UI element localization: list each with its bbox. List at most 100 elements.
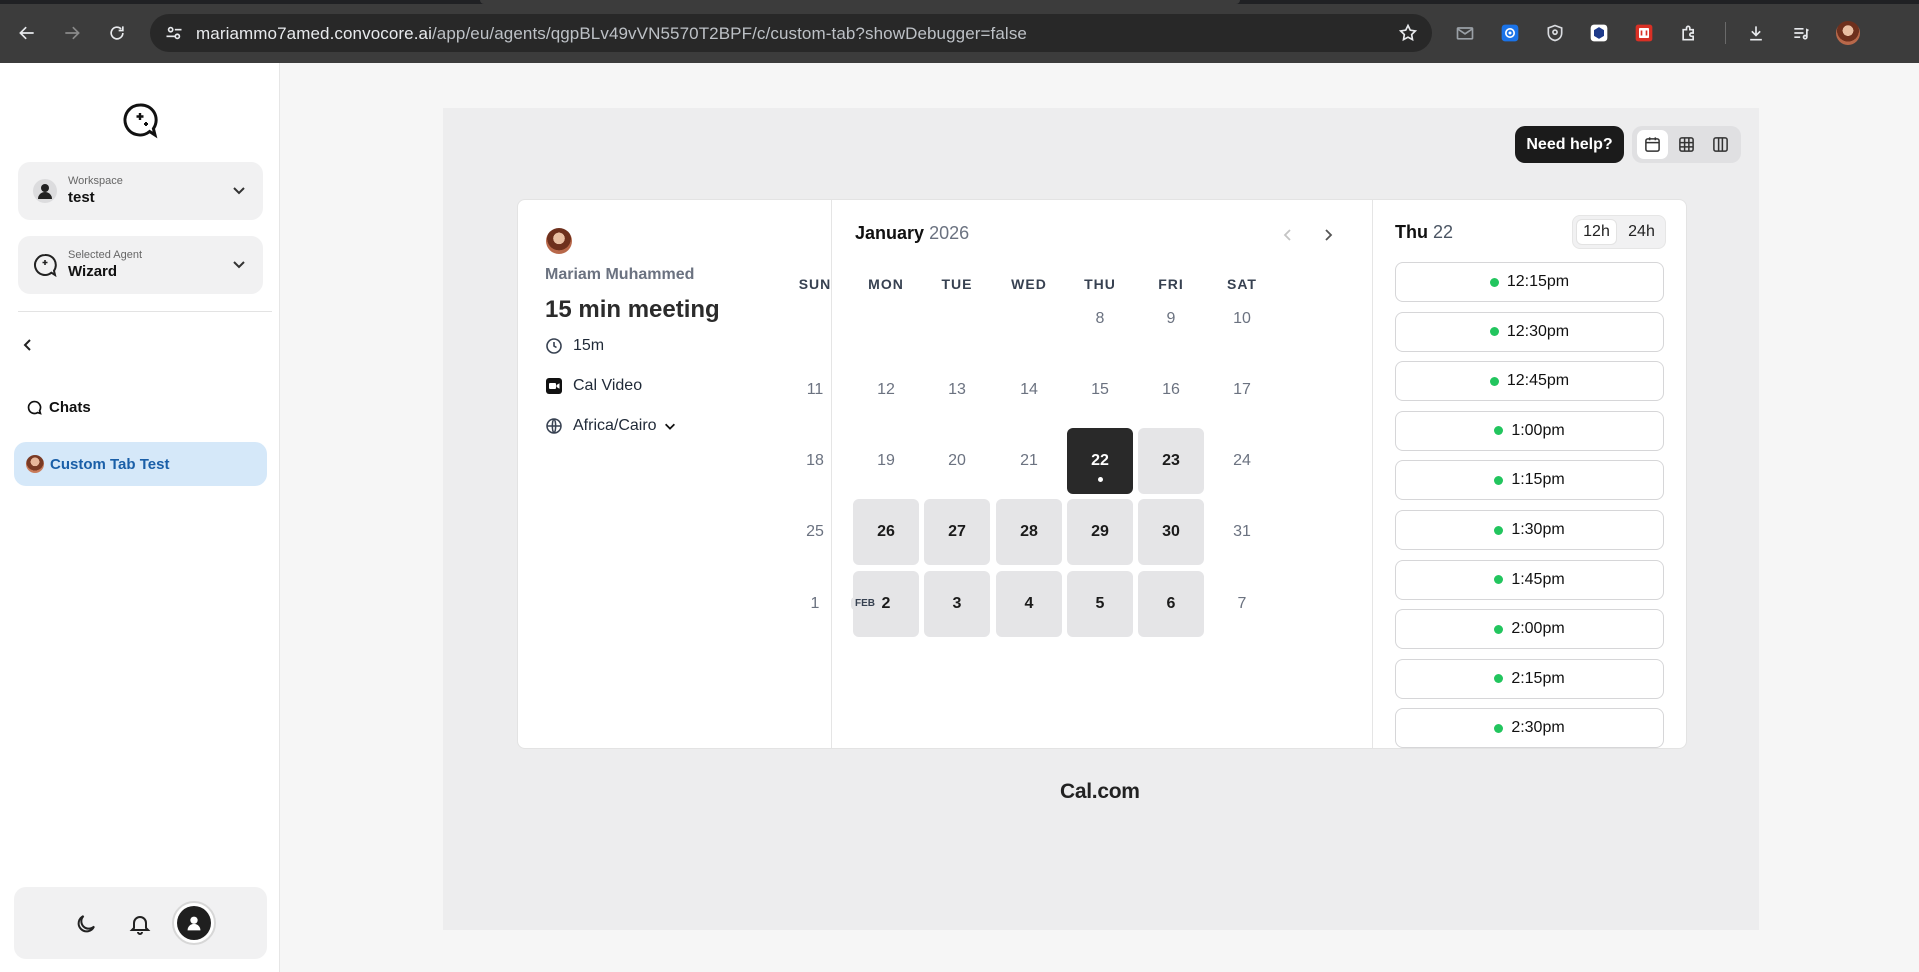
booking-card: Mariam Muhammed 15 min meeting 15m Cal V… — [517, 199, 1687, 749]
time-slot-button[interactable]: 12:30pm — [1395, 311, 1664, 352]
time-slot-button[interactable]: 2:00pm — [1395, 609, 1664, 650]
calendar-day: 19 — [877, 452, 895, 469]
time-slot-button[interactable]: 1:15pm — [1395, 460, 1664, 501]
calendar-day[interactable]: 4 — [996, 571, 1062, 637]
user-icon — [177, 906, 211, 940]
back-arrow-icon[interactable] — [14, 20, 40, 46]
calendar-day[interactable]: 23 — [1138, 428, 1204, 494]
workspace-value: test — [68, 189, 95, 206]
sidebar-item-chats[interactable]: Chats — [26, 399, 91, 416]
bell-icon[interactable] — [128, 912, 152, 936]
event-title: 15 min meeting — [545, 296, 720, 323]
time-slot-button[interactable]: 1:00pm — [1395, 410, 1664, 451]
address-bar[interactable]: mariammo7amed.convocore.ai/app/eu/agents… — [150, 14, 1432, 52]
duration-text: 15m — [573, 337, 605, 354]
availability-dot-icon — [1494, 723, 1504, 733]
month-title: January 2026 — [855, 223, 969, 244]
calendar-day[interactable]: 26 — [853, 499, 919, 565]
time-slot-button[interactable]: 12:15pm — [1395, 262, 1664, 302]
column-view-icon[interactable] — [1705, 130, 1736, 159]
profile-avatar[interactable] — [1836, 21, 1860, 45]
calendar-day: 1 — [810, 595, 820, 612]
selected-date-heading: Thu 22 — [1395, 222, 1453, 243]
sidebar-footer — [14, 887, 267, 959]
calendar-day[interactable]: 28 — [996, 499, 1062, 565]
availability-dot-icon — [1494, 674, 1504, 684]
timezone-text: Africa/Cairo — [573, 417, 657, 434]
time-slot-button[interactable]: 1:30pm — [1395, 510, 1664, 550]
user-icon — [32, 178, 58, 204]
calendar-day[interactable]: 27 — [924, 499, 990, 565]
video-camera-icon — [546, 378, 562, 394]
chevron-down-icon — [231, 182, 247, 198]
site-settings-icon[interactable] — [164, 23, 184, 43]
gear-extension-icon[interactable] — [1499, 22, 1521, 44]
calendar-day: 12 — [877, 381, 895, 398]
time-slot-button[interactable]: 1:45pm — [1395, 559, 1664, 600]
calendar-day: 31 — [1233, 523, 1251, 540]
active-tab[interactable] — [480, 0, 1240, 4]
moon-icon[interactable] — [74, 912, 98, 936]
shield-extension-icon[interactable] — [1544, 22, 1566, 44]
sidebar-item-label: Custom Tab Test — [50, 455, 170, 473]
chevron-left-icon — [1283, 229, 1291, 241]
chevron-left-icon[interactable] — [18, 335, 38, 355]
time-slot-label: 2:00pm — [1511, 620, 1565, 638]
puzzle-extensions-icon[interactable] — [1678, 22, 1700, 44]
sidebar-item-custom-tab[interactable]: Custom Tab Test — [14, 442, 267, 486]
workspace-label: Workspace — [68, 175, 123, 187]
column-divider — [1372, 200, 1373, 748]
bookmark-star-icon[interactable] — [1398, 23, 1418, 43]
time-slot-button[interactable]: 2:30pm — [1395, 708, 1664, 749]
weekday-label: WED — [1011, 276, 1047, 292]
selected-day: 22 — [1433, 222, 1454, 242]
availability-dot-icon — [1489, 327, 1499, 337]
user-menu-button[interactable] — [172, 901, 216, 945]
availability-dot-icon — [1489, 376, 1499, 386]
sidebar-item-label: Chats — [49, 399, 91, 416]
format-12h-button[interactable]: 12h — [1576, 219, 1617, 245]
app-sidebar: Workspace test Selected Agent Wizard Cha… — [0, 63, 280, 972]
download-icon[interactable] — [1745, 22, 1767, 44]
calendar-day[interactable]: 30 — [1138, 499, 1204, 565]
mail-extension-icon[interactable] — [1454, 22, 1476, 44]
workspace-selector[interactable]: Workspace test — [18, 162, 263, 220]
chat-bubble-icon — [27, 400, 42, 415]
time-slot-label: 1:15pm — [1511, 471, 1565, 489]
next-month-button[interactable] — [1317, 224, 1339, 246]
timezone-selector[interactable]: Africa/Cairo — [545, 417, 677, 435]
availability-dot-icon — [1489, 277, 1499, 287]
url-text[interactable]: mariammo7amed.convocore.ai/app/eu/agents… — [196, 24, 1027, 44]
calendar-day: 14 — [1020, 381, 1038, 398]
calendar-day: 16 — [1162, 381, 1180, 398]
media-queue-icon[interactable] — [1790, 22, 1812, 44]
chevron-right-icon — [1325, 229, 1333, 241]
calendar-day[interactable]: 5 — [1067, 571, 1133, 637]
cal-com-logo[interactable]: Cal.com — [1060, 780, 1140, 804]
year-text: 2026 — [929, 223, 970, 243]
host-name: Mariam Muhammed — [545, 266, 695, 283]
app-logo-icon[interactable] — [121, 101, 159, 139]
calendar-day[interactable]: 6 — [1138, 571, 1204, 637]
calendar-day-selected[interactable]: 22 — [1067, 428, 1133, 494]
time-slot-label: 12:30pm — [1506, 322, 1570, 340]
forward-arrow-icon[interactable] — [59, 20, 85, 46]
calendar-day[interactable]: 29 — [1067, 499, 1133, 565]
agent-selector[interactable]: Selected Agent Wizard — [18, 236, 263, 294]
need-help-button[interactable]: Need help? — [1515, 126, 1624, 163]
cube-extension-icon[interactable] — [1588, 22, 1610, 44]
time-format-toggle: 12h 24h — [1572, 215, 1666, 249]
time-slot-button[interactable]: 12:45pm — [1395, 361, 1664, 402]
prev-month-button[interactable] — [1277, 224, 1299, 246]
format-24h-button[interactable]: 24h — [1621, 219, 1662, 245]
location-text: Cal Video — [573, 377, 643, 394]
reload-icon[interactable] — [104, 20, 130, 46]
month-view-icon[interactable] — [1637, 130, 1668, 159]
week-grid-icon[interactable] — [1671, 130, 1702, 159]
calendar-day[interactable]: 3 — [924, 571, 990, 637]
time-slot-button[interactable]: 2:15pm — [1395, 658, 1664, 699]
month-badge: FEB — [851, 597, 879, 610]
toolbar-divider — [1725, 22, 1726, 44]
red-extension-icon[interactable] — [1633, 22, 1655, 44]
chevron-down-icon — [664, 423, 675, 430]
